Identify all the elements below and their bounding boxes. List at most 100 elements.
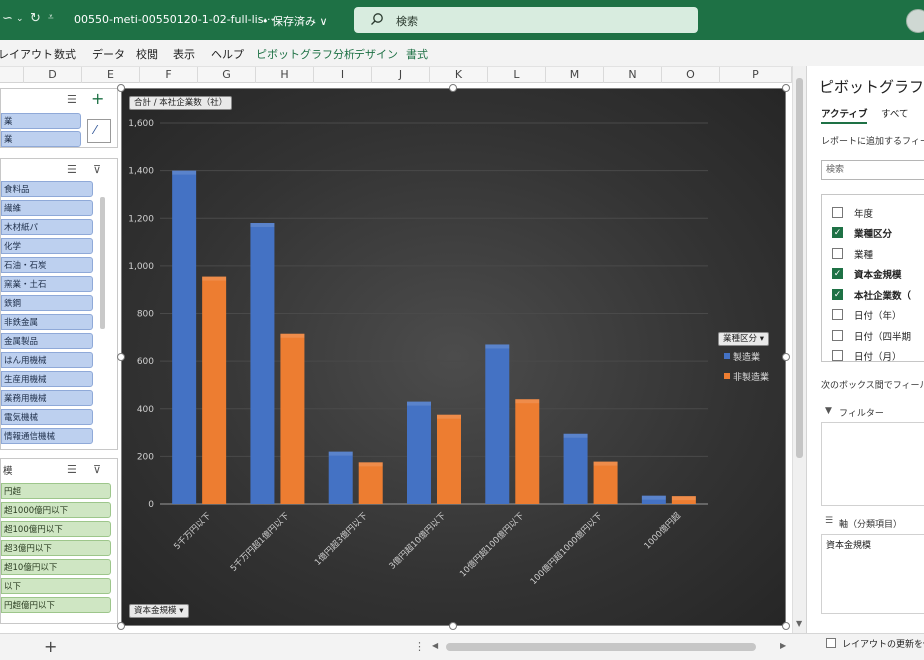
column-header-n[interactable]: N (604, 67, 662, 83)
tab-pivotchart-analyze[interactable]: ピボットグラフ分析 (256, 46, 355, 62)
pivot-chart[interactable]: 1,600 1,400 1,200 1,000 800 600 400 200 0 5千万円以下 5… (121, 88, 786, 626)
tab-data[interactable]: データ (92, 46, 125, 62)
slicer-item[interactable]: はん用機械 (1, 352, 93, 368)
more-options-icon[interactable]: ⋮ (414, 640, 425, 653)
resize-handle[interactable] (117, 84, 125, 92)
search-box[interactable]: 検索 (354, 7, 698, 33)
clear-filter-icon[interactable]: ⊽ (93, 463, 101, 476)
scroll-left-icon[interactable]: ◀ (432, 641, 438, 650)
multi-select-icon[interactable]: ☰ (67, 163, 77, 176)
column-header-d[interactable]: D (24, 67, 82, 83)
slicer-item[interactable]: 超10億円以下 (1, 559, 111, 575)
slicer-industry-category[interactable]: ☰ + 業 業 ⁄ (0, 88, 118, 148)
slicer-item[interactable]: 超3億円以下 (1, 540, 111, 556)
field-item[interactable]: 日付（月） (854, 349, 902, 363)
tab-active[interactable]: アクティブ (821, 106, 868, 124)
value-field-button[interactable]: 合計 / 本社企業数（社） (129, 96, 233, 110)
field-checkbox-checked[interactable]: ✓ (832, 268, 843, 279)
field-item[interactable]: 日付（四半期 (854, 329, 911, 343)
slicer-item[interactable]: 以下 (1, 578, 111, 594)
slicer-item[interactable]: 超1000億円以下 (1, 502, 111, 518)
resize-handle[interactable] (449, 622, 457, 630)
slicer-item[interactable]: 電気機械 (1, 409, 93, 425)
scroll-right-icon[interactable]: ▶ (780, 641, 786, 650)
tab-all[interactable]: すべて (881, 106, 908, 120)
tab-help[interactable]: ヘルプ (211, 46, 244, 62)
resize-handle[interactable] (117, 353, 125, 361)
slicer-item[interactable]: 情報通信機械 (1, 428, 93, 444)
clear-filter-icon[interactable]: ⊽ (93, 163, 101, 176)
undo-arrow-icon[interactable]: ∽ (2, 11, 13, 26)
file-name[interactable]: 00550-meti-00550120-1-02-full-lis··· (74, 13, 274, 26)
slicer-item[interactable]: 円超 (1, 483, 111, 499)
tab-format[interactable]: 書式 (406, 46, 428, 62)
slicer-item[interactable]: 鉄鋼 (1, 295, 93, 311)
slicer-item[interactable]: 化学 (1, 238, 93, 254)
slicer-item[interactable]: 超100億円以下 (1, 521, 111, 537)
filter-drop-area[interactable] (821, 422, 924, 506)
resize-handle[interactable] (782, 353, 790, 361)
vertical-scrollbar[interactable]: ▼ (792, 66, 806, 633)
slicer-item[interactable]: 窯業・土石 (1, 276, 93, 292)
field-checkbox[interactable] (832, 330, 843, 341)
field-checkbox[interactable] (832, 309, 843, 320)
axis-field-item[interactable]: 資本金規模 (826, 538, 871, 551)
field-search-input[interactable]: 検索 (821, 160, 924, 180)
column-header-m[interactable]: M (546, 67, 604, 83)
resize-handle[interactable] (449, 84, 457, 92)
resize-handle[interactable] (782, 622, 790, 630)
slicer-scrollbar[interactable] (100, 197, 105, 329)
field-checkbox[interactable] (832, 248, 843, 259)
axis-drop-area[interactable]: 資本金規模 (821, 534, 924, 614)
column-header-f[interactable]: F (140, 67, 198, 83)
slicer-item[interactable]: 非鉄金属 (1, 314, 93, 330)
column-header-j[interactable]: J (372, 67, 430, 83)
add-sheet-icon[interactable]: + (44, 637, 57, 656)
column-header-l[interactable]: L (488, 67, 546, 83)
slicer-item[interactable]: 食料品 (1, 181, 93, 197)
legend-field-button[interactable]: 業種区分 ▾ (718, 332, 769, 346)
column-header-g[interactable]: G (198, 67, 256, 83)
field-item[interactable]: 資本金規模 (854, 267, 902, 281)
slicer-item[interactable]: 石油・石炭 (1, 257, 93, 273)
multi-select-icon[interactable]: ☰ (67, 93, 77, 106)
tab-page-layout[interactable]: レイアウト (0, 46, 53, 62)
slicer-sector[interactable]: ☰ ⊽ 食料品 繊維 木材紙パ 化学 石油・石炭 窯業・土石 鉄鋼 非鉄金属 金… (0, 158, 118, 450)
slicer-item[interactable]: 円超億円以下 (1, 597, 111, 613)
tab-view[interactable]: 表示 (173, 46, 195, 62)
column-header-e[interactable]: E (82, 67, 140, 83)
brush-button[interactable]: ⁄ (87, 119, 111, 143)
saved-status[interactable]: • 保存済み ∨ (262, 13, 328, 29)
quick-access-dropdown-icon[interactable]: ⩡ (48, 12, 54, 23)
field-checkbox[interactable] (832, 207, 843, 218)
scroll-down-icon[interactable]: ▼ (796, 619, 802, 628)
resize-handle[interactable] (117, 622, 125, 630)
slicer-item[interactable]: 金属製品 (1, 333, 93, 349)
redo-icon[interactable]: ↻ (30, 11, 41, 26)
add-icon[interactable]: + (91, 89, 104, 108)
account-avatar[interactable] (906, 9, 924, 33)
field-item[interactable]: 本社企業数（ (854, 288, 911, 302)
resize-handle[interactable] (782, 84, 790, 92)
legend-item-non-manufacturing[interactable]: 非製造業 (724, 370, 769, 383)
slicer-item[interactable]: 業 (1, 131, 81, 147)
column-header-h[interactable]: H (256, 67, 314, 83)
column-header-k[interactable]: K (430, 67, 488, 83)
slicer-item[interactable]: 業務用機械 (1, 390, 93, 406)
slicer-item[interactable]: 繊維 (1, 200, 93, 216)
column-header-p[interactable]: P (720, 67, 792, 83)
slicer-item[interactable]: 業 (1, 113, 81, 129)
column-header-o[interactable]: O (662, 67, 720, 83)
slicer-item[interactable]: 木材紙パ (1, 219, 93, 235)
field-checkbox-checked[interactable]: ✓ (832, 289, 843, 300)
column-header-c[interactable] (0, 67, 24, 83)
undo-dropdown-icon[interactable]: ⌄ (16, 14, 24, 24)
multi-select-icon[interactable]: ☰ (67, 463, 77, 476)
slicer-capital-size[interactable]: 模 ☰ ⊽ 円超 超1000億円以下 超100億円以下 超3億円以下 超10億円… (0, 458, 118, 624)
horizontal-scroll-thumb[interactable] (446, 643, 756, 651)
tab-design[interactable]: デザイン (354, 46, 398, 62)
legend-item-manufacturing[interactable]: 製造業 (724, 350, 760, 363)
tab-formulas[interactable]: 数式 (54, 46, 76, 62)
field-item[interactable]: 業種区分 (854, 226, 892, 240)
field-checkbox-checked[interactable]: ✓ (832, 227, 843, 238)
